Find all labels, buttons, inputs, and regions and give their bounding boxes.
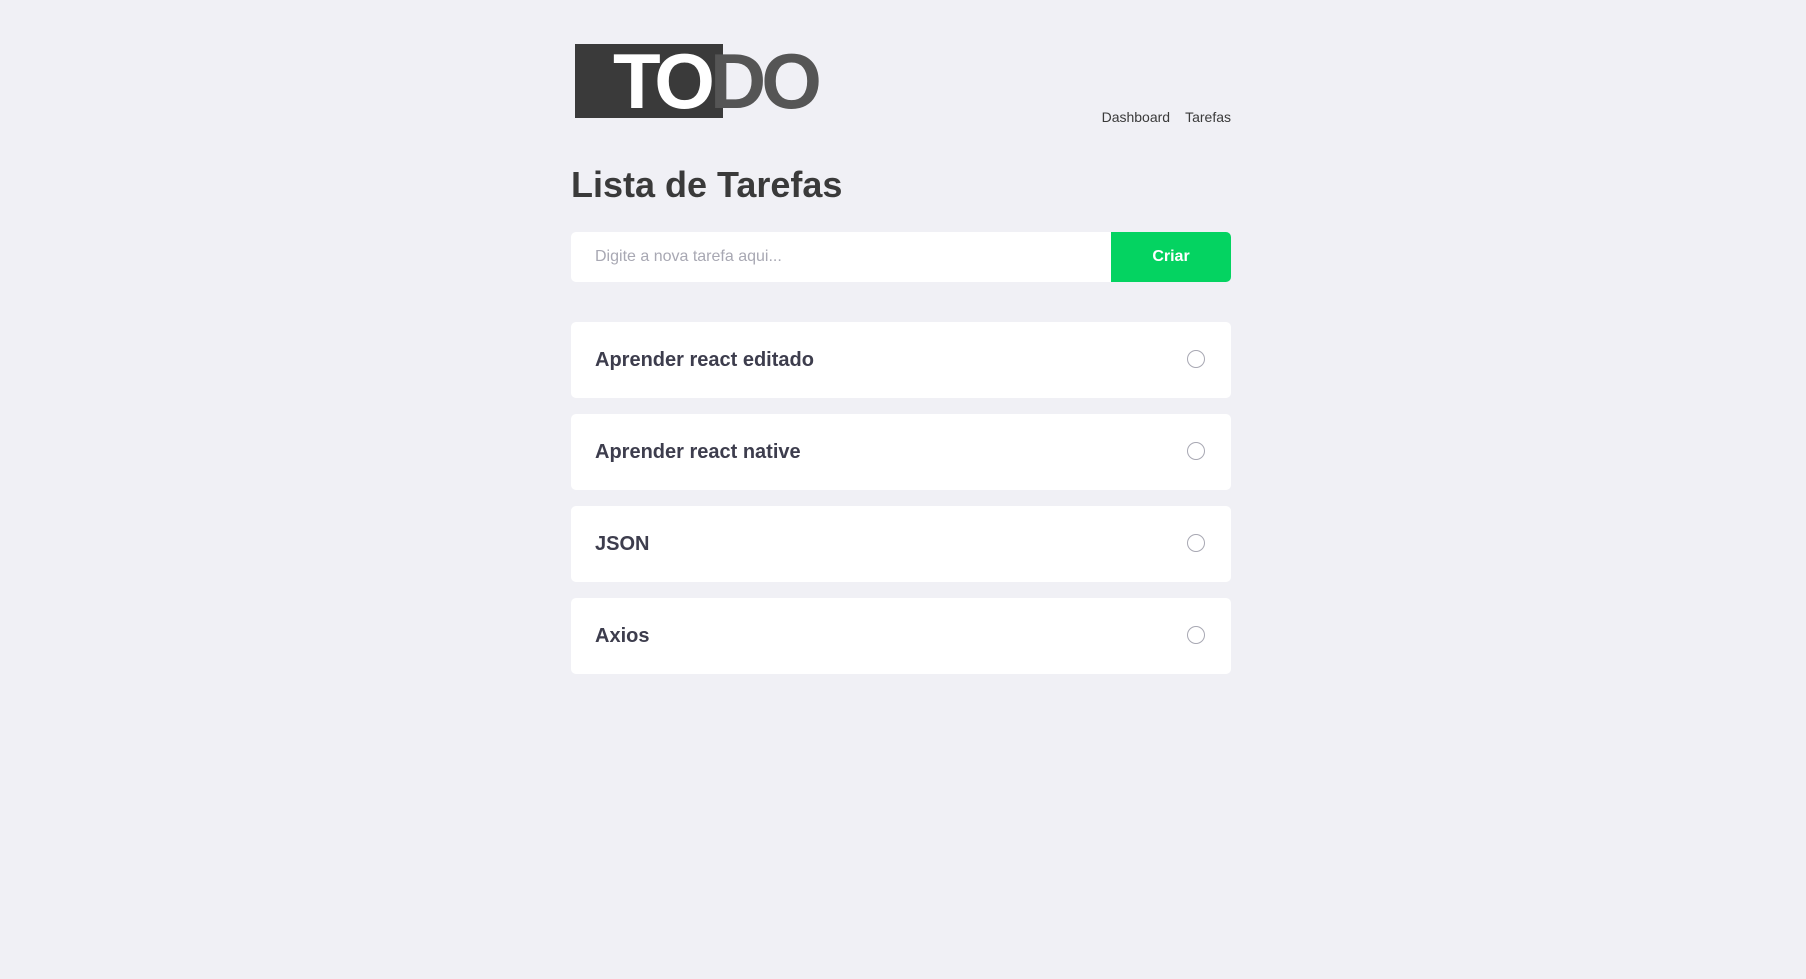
logo-text: TODO [575,42,822,120]
logo-text-light: TO [613,37,715,125]
task-item[interactable]: Aprender react native [571,414,1231,490]
task-title: Aprender react native [595,440,801,463]
new-task-form: Criar [571,232,1231,282]
task-item[interactable]: Aprender react editado [571,322,1231,398]
task-complete-circle-icon[interactable] [1187,534,1205,552]
task-title: Aprender react editado [595,348,814,371]
app-container: TODO Dashboard Tarefas Lista de Tarefas … [571,0,1231,674]
create-task-button[interactable]: Criar [1111,232,1231,282]
nav-link-dashboard[interactable]: Dashboard [1102,109,1171,125]
new-task-input[interactable] [571,232,1111,282]
logo[interactable]: TODO [575,42,822,120]
task-title: Axios [595,624,650,647]
task-complete-circle-icon[interactable] [1187,442,1205,460]
task-item[interactable]: JSON [571,506,1231,582]
nav-link-tarefas[interactable]: Tarefas [1185,109,1231,125]
task-complete-circle-icon[interactable] [1187,350,1205,368]
task-title: JSON [595,532,650,555]
logo-text-dark: DO [709,37,822,125]
task-list: Aprender react editado Aprender react na… [571,322,1231,690]
top-nav: Dashboard Tarefas [1102,109,1231,125]
header: TODO Dashboard Tarefas [571,0,1231,140]
page-title: Lista de Tarefas [571,164,843,205]
task-item[interactable]: Axios [571,598,1231,674]
task-complete-circle-icon[interactable] [1187,626,1205,644]
